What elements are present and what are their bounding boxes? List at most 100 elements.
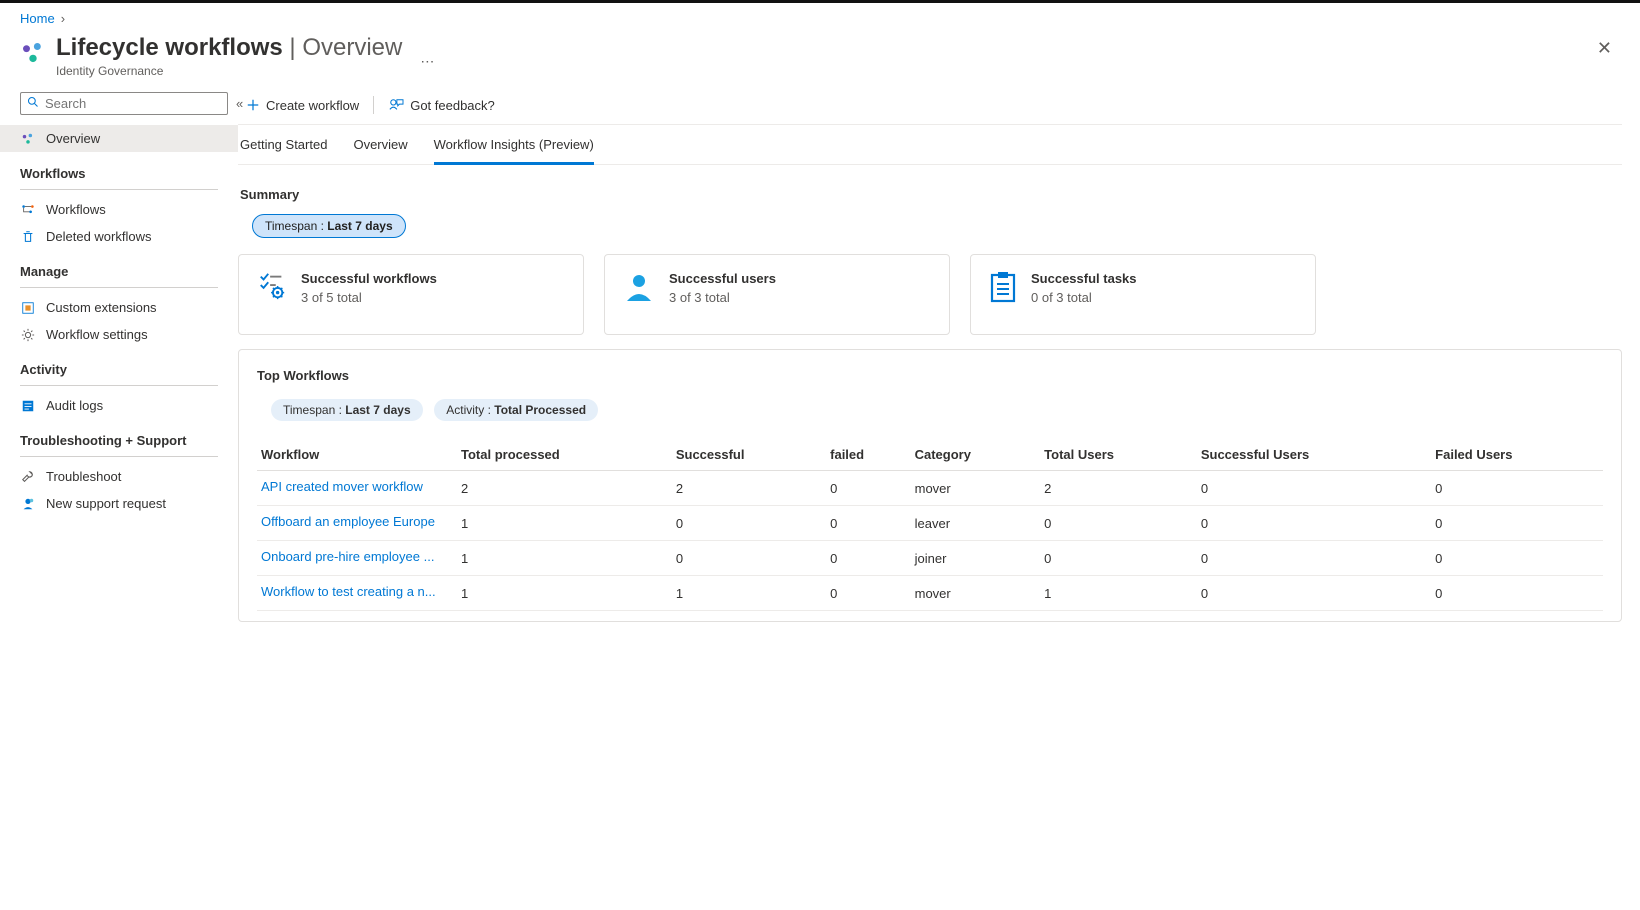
col-workflow[interactable]: Workflow xyxy=(257,439,457,471)
page-title: Lifecycle workflows | Overview xyxy=(56,34,402,62)
col-total-users[interactable]: Total Users xyxy=(1040,439,1197,471)
toolbar: Create workflow Got feedback? xyxy=(238,92,1622,125)
sidebar-item-label: New support request xyxy=(46,496,166,511)
checklist-gear-icon xyxy=(257,271,287,304)
cell-total-users: 2 xyxy=(1040,471,1197,506)
workflow-link[interactable]: Offboard an employee Europe xyxy=(261,514,435,529)
top-workflows-table: Workflow Total processed Successful fail… xyxy=(257,439,1603,611)
workflow-link[interactable]: API created mover workflow xyxy=(261,479,423,494)
search-input[interactable] xyxy=(45,96,221,111)
lifecycle-small-icon xyxy=(20,132,36,146)
page-title-sub: Overview xyxy=(302,34,402,61)
trash-icon xyxy=(20,230,36,244)
cell-category: mover xyxy=(911,471,1041,506)
main-content: Create workflow Got feedback? Getting St… xyxy=(238,92,1640,652)
cell-successful-users: 0 xyxy=(1197,576,1431,611)
timespan-pill[interactable]: Timespan : Last 7 days xyxy=(271,399,423,421)
cell-total-users: 1 xyxy=(1040,576,1197,611)
lifecycle-icon xyxy=(20,34,46,69)
cell-total-users: 0 xyxy=(1040,506,1197,541)
sidebar-item-new-support-request[interactable]: New support request xyxy=(0,490,238,517)
toolbar-button-label: Got feedback? xyxy=(410,98,495,113)
summary-title: Summary xyxy=(238,165,1622,214)
card-title: Successful workflows xyxy=(301,271,437,286)
chevron-right-icon: › xyxy=(61,11,65,26)
cell-failed-users: 0 xyxy=(1431,541,1603,576)
tab-getting-started[interactable]: Getting Started xyxy=(240,137,327,164)
card-title: Successful tasks xyxy=(1031,271,1137,286)
cell-total-users: 0 xyxy=(1040,541,1197,576)
cell-successful: 2 xyxy=(672,471,826,506)
toolbar-separator xyxy=(373,96,374,114)
support-icon xyxy=(20,497,36,511)
sidebar-section-troubleshoot: Troubleshooting + Support xyxy=(0,419,238,454)
col-category[interactable]: Category xyxy=(911,439,1041,471)
pill-value: Total Processed xyxy=(494,403,586,417)
workflow-link[interactable]: Onboard pre-hire employee ... xyxy=(261,549,434,564)
page-title-sep: | xyxy=(283,34,303,61)
cell-failed: 0 xyxy=(826,506,910,541)
sidebar-item-audit-logs[interactable]: Audit logs xyxy=(0,392,238,419)
sidebar-item-label: Workflow settings xyxy=(46,327,148,342)
workflow-icon xyxy=(20,203,36,217)
breadcrumb-home[interactable]: Home xyxy=(20,11,55,26)
sidebar-item-label: Audit logs xyxy=(46,398,103,413)
cell-successful: 0 xyxy=(672,506,826,541)
activity-pill[interactable]: Activity : Total Processed xyxy=(434,399,598,421)
tabs: Getting Started Overview Workflow Insigh… xyxy=(238,125,1622,165)
workflow-link[interactable]: Workflow to test creating a n... xyxy=(261,584,436,599)
sidebar-section-workflows: Workflows xyxy=(0,152,238,187)
col-successful[interactable]: Successful xyxy=(672,439,826,471)
card-successful-users: Successful users 3 of 3 total xyxy=(604,254,950,335)
toolbar-button-label: Create workflow xyxy=(266,98,359,113)
clipboard-icon xyxy=(989,271,1017,306)
cell-category: mover xyxy=(911,576,1041,611)
cell-total-processed: 1 xyxy=(457,541,672,576)
sidebar-section-activity: Activity xyxy=(0,348,238,383)
cell-total-processed: 2 xyxy=(457,471,672,506)
sidebar-item-deleted-workflows[interactable]: Deleted workflows xyxy=(0,223,238,250)
close-button[interactable]: ✕ xyxy=(1589,34,1620,63)
cell-failed-users: 0 xyxy=(1431,506,1603,541)
col-failed[interactable]: failed xyxy=(826,439,910,471)
tab-workflow-insights[interactable]: Workflow Insights (Preview) xyxy=(434,137,594,165)
pill-label: Activity : xyxy=(446,403,494,417)
sidebar-item-label: Custom extensions xyxy=(46,300,157,315)
cell-failed-users: 0 xyxy=(1431,576,1603,611)
col-successful-users[interactable]: Successful Users xyxy=(1197,439,1431,471)
log-icon xyxy=(20,399,36,413)
col-total-processed[interactable]: Total processed xyxy=(457,439,672,471)
sidebar-section-manage: Manage xyxy=(0,250,238,285)
wrench-icon xyxy=(20,470,36,484)
sidebar-item-label: Troubleshoot xyxy=(46,469,121,484)
timespan-filter-pill[interactable]: Timespan : Last 7 days xyxy=(252,214,406,238)
col-failed-users[interactable]: Failed Users xyxy=(1431,439,1603,471)
cell-successful-users: 0 xyxy=(1197,471,1431,506)
cell-failed: 0 xyxy=(826,541,910,576)
cell-failed-users: 0 xyxy=(1431,471,1603,506)
sidebar-item-label: Deleted workflows xyxy=(46,229,152,244)
card-title: Successful users xyxy=(669,271,776,286)
sidebar-item-workflow-settings[interactable]: Workflow settings xyxy=(0,321,238,348)
sidebar-item-custom-extensions[interactable]: Custom extensions xyxy=(0,294,238,321)
create-workflow-button[interactable]: Create workflow xyxy=(246,98,359,113)
sidebar-item-overview[interactable]: Overview xyxy=(0,125,238,152)
tab-overview[interactable]: Overview xyxy=(353,137,407,164)
search-input-wrap[interactable] xyxy=(20,92,228,115)
sidebar-item-workflows[interactable]: Workflows xyxy=(0,196,238,223)
plus-icon xyxy=(246,98,260,112)
pill-value: Last 7 days xyxy=(327,219,392,233)
sidebar-item-label: Workflows xyxy=(46,202,106,217)
feedback-button[interactable]: Got feedback? xyxy=(388,98,495,113)
more-menu-button[interactable]: ⋯ xyxy=(420,53,434,70)
pill-label: Timespan : xyxy=(283,403,345,417)
card-value: 0 of 3 total xyxy=(1031,290,1137,305)
feedback-icon xyxy=(388,98,404,112)
sidebar-item-troubleshoot[interactable]: Troubleshoot xyxy=(0,463,238,490)
top-workflows-title: Top Workflows xyxy=(257,368,1603,383)
gear-icon xyxy=(20,328,36,342)
pill-label: Timespan : xyxy=(265,219,327,233)
table-row: API created mover workflow220mover200 xyxy=(257,471,1603,506)
table-row: Onboard pre-hire employee ...100joiner00… xyxy=(257,541,1603,576)
cell-total-processed: 1 xyxy=(457,576,672,611)
